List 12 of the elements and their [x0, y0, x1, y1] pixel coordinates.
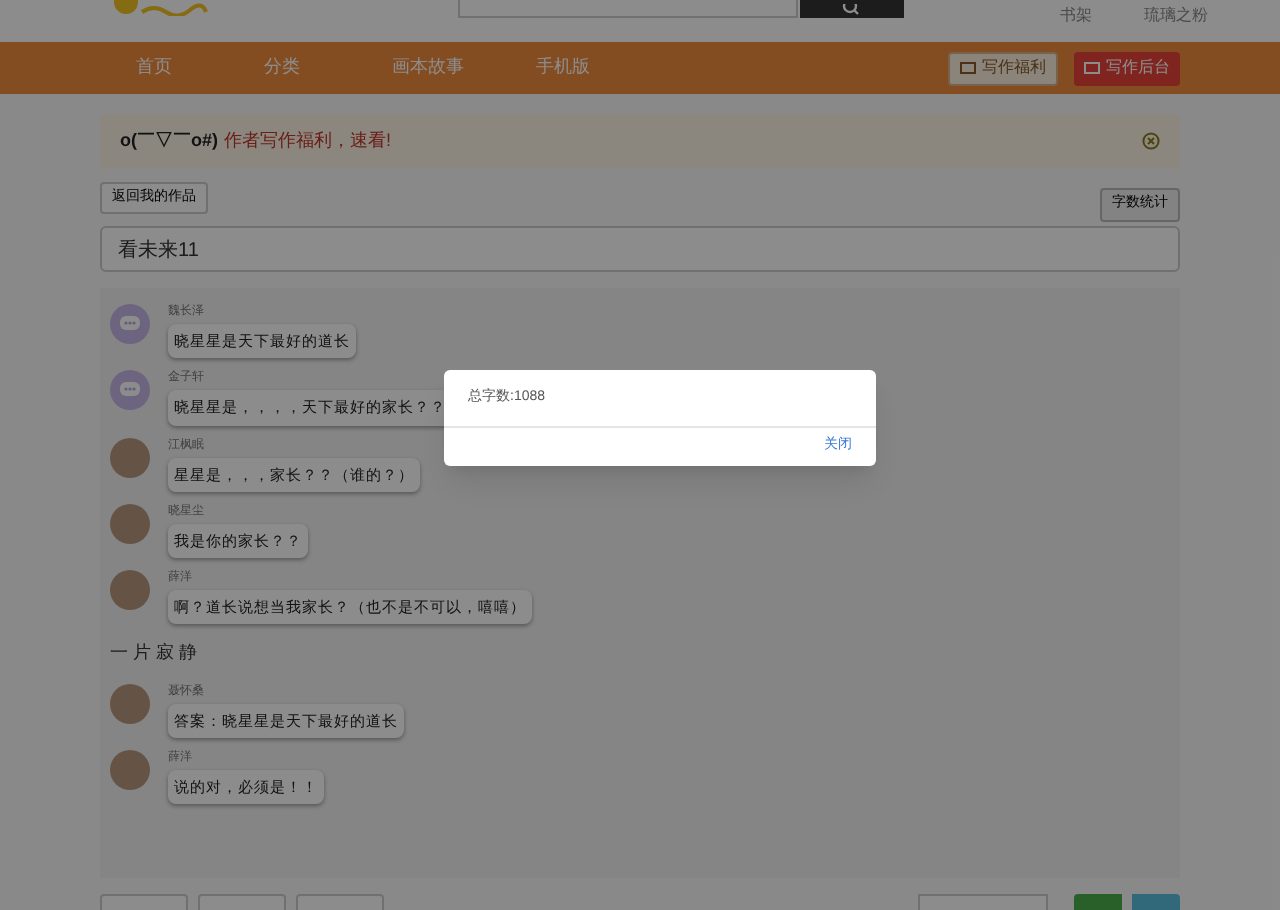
header-link[interactable]: 书架: [1060, 4, 1092, 28]
nav-link[interactable]: 分类: [228, 54, 356, 82]
nav-link[interactable]: 手机版: [500, 54, 628, 82]
title-field[interactable]: 看未来11: [100, 226, 1180, 272]
header-link[interactable]: 琉璃之粉: [1144, 4, 1208, 28]
narration-text: 一 片 寂 静: [110, 640, 200, 667]
nav-link[interactable]: 首页: [100, 54, 228, 82]
notice-link[interactable]: 作者写作福利，速看!: [224, 127, 392, 155]
nav-button[interactable]: 写作后台: [1074, 51, 1180, 85]
notice-emoticon: o(￣▽￣o#): [120, 127, 218, 154]
nav-link[interactable]: 画本故事: [356, 54, 500, 82]
nav-button[interactable]: 写作福利: [948, 51, 1058, 85]
